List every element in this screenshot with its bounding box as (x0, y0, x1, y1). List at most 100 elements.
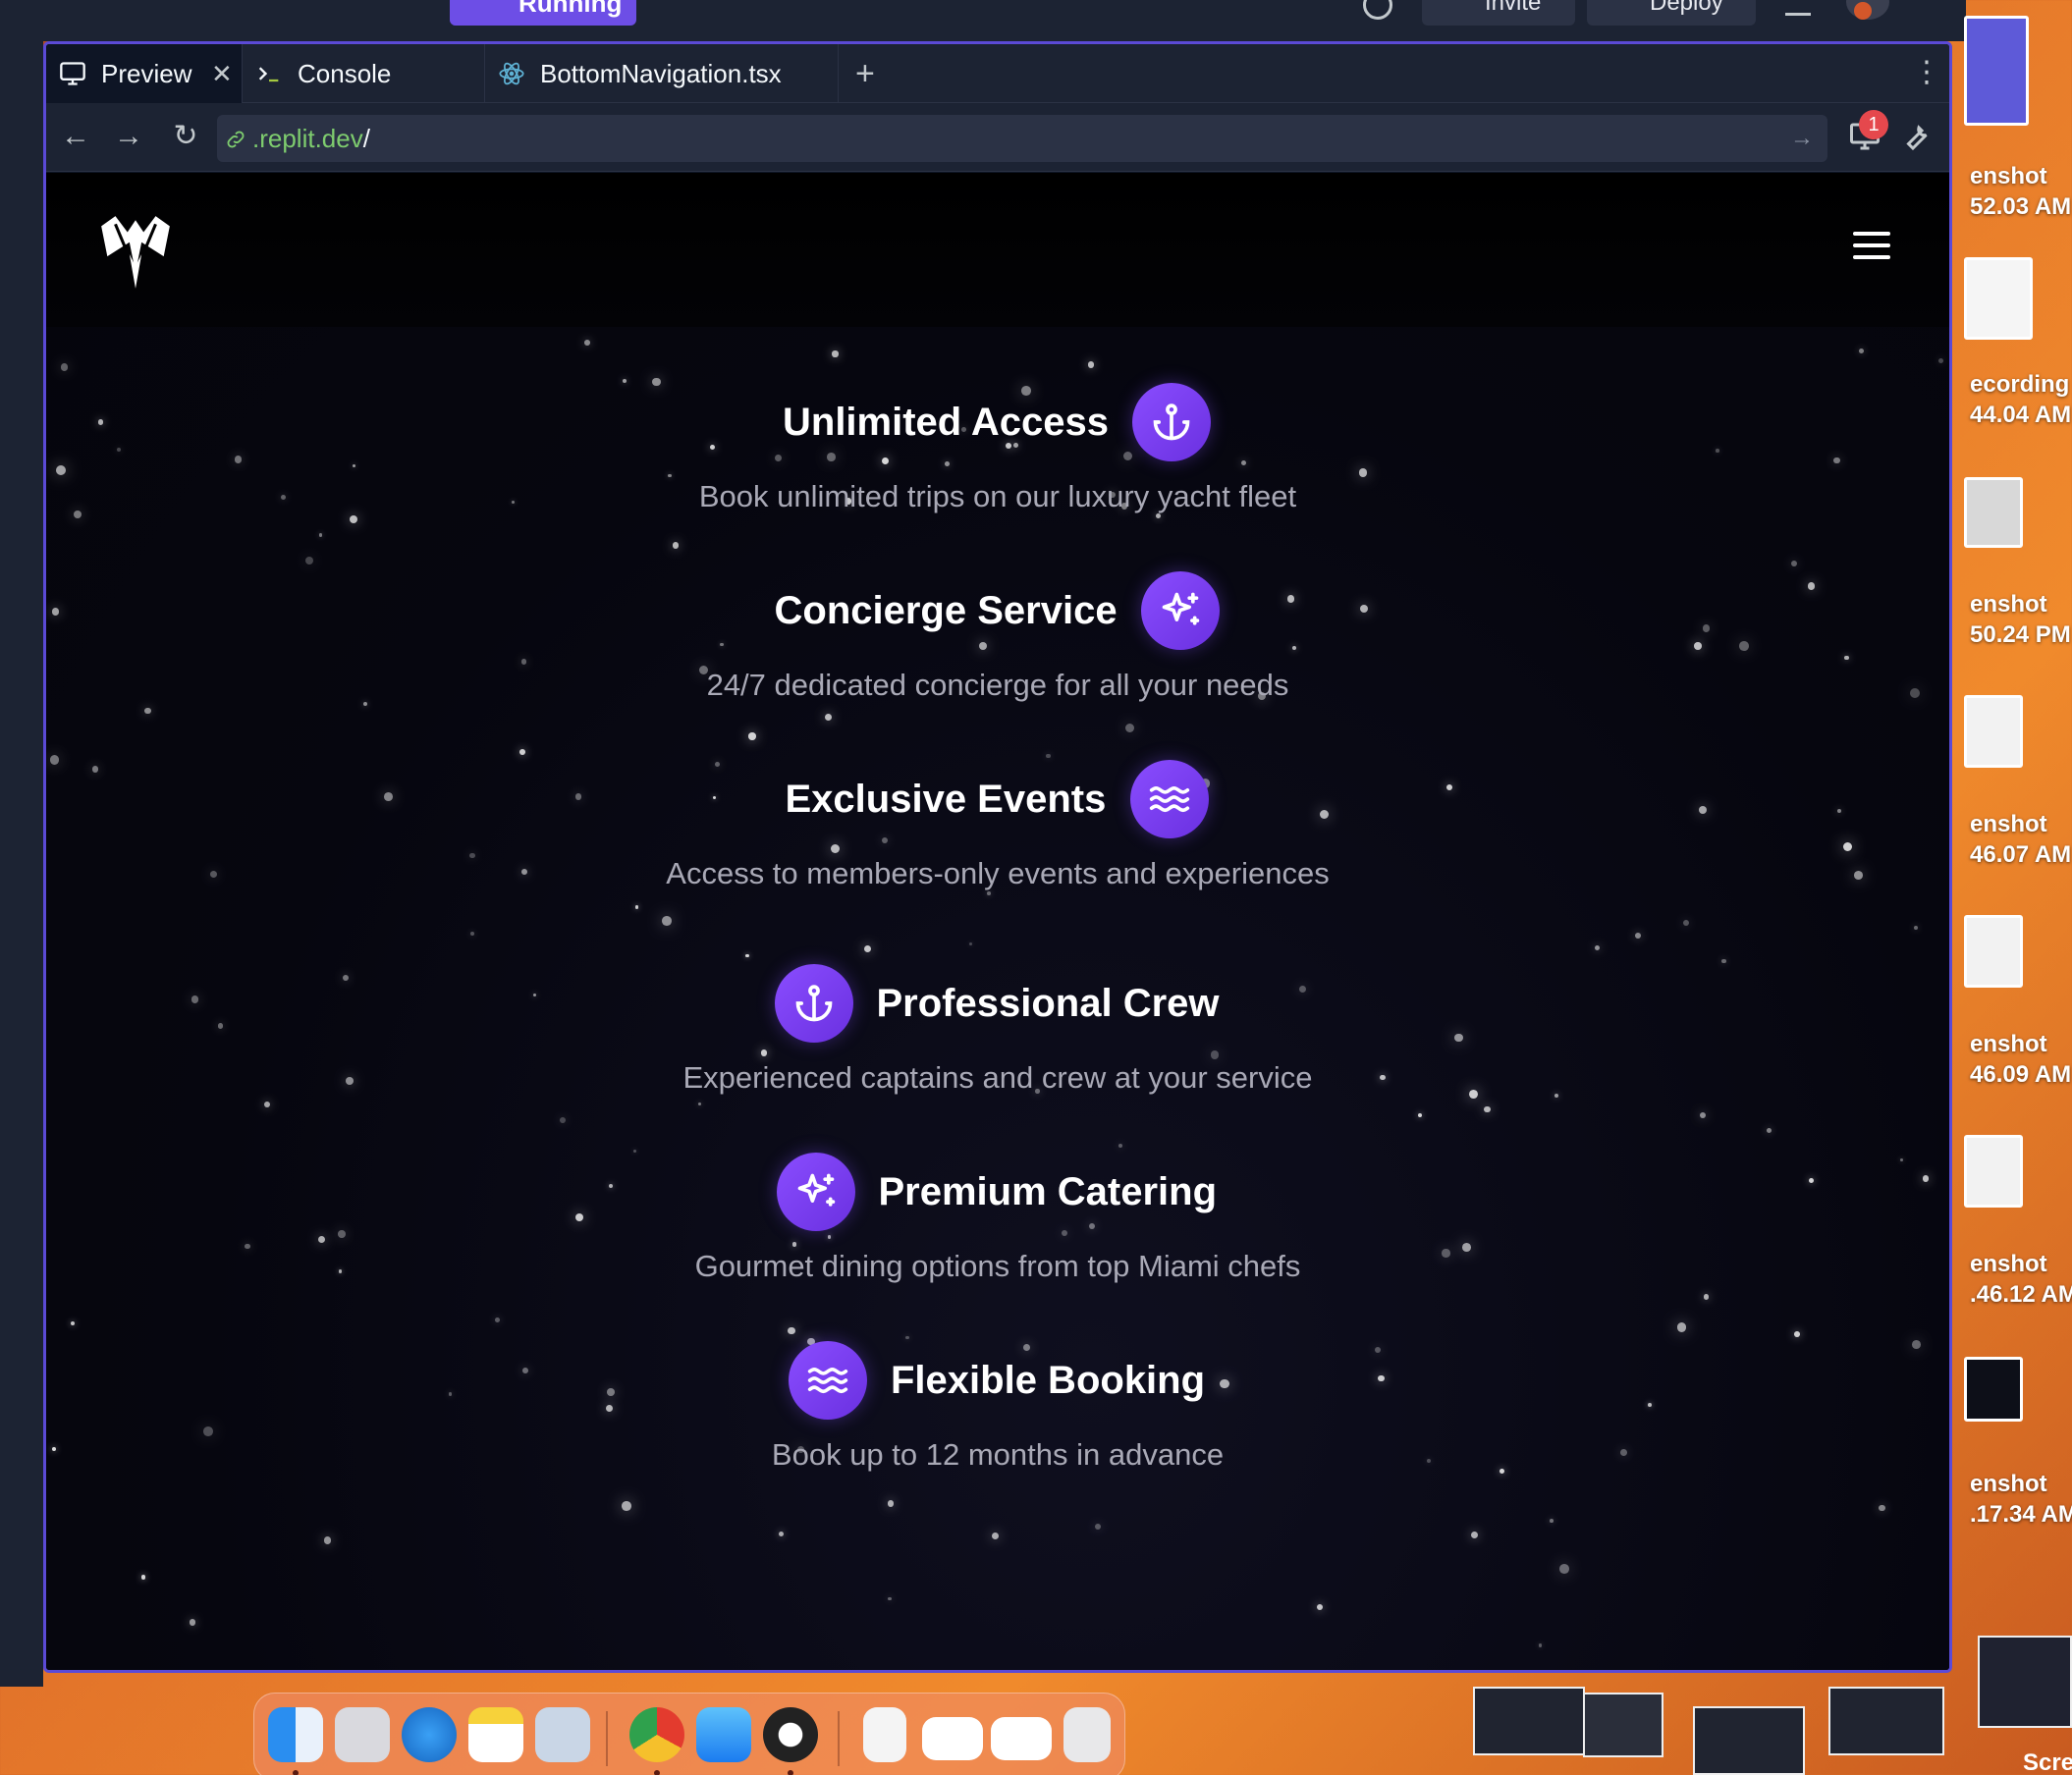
logo-icon[interactable] (95, 214, 176, 291)
star (969, 942, 973, 946)
trash-icon[interactable] (1063, 1707, 1111, 1762)
invite-button[interactable]: Invite (1422, 0, 1575, 26)
waves-icon (789, 1341, 867, 1420)
terminal-icon (258, 67, 279, 82)
desktop-file-label: enshot 46.09 AM (1970, 1031, 2072, 1088)
star (1087, 361, 1094, 368)
run-status-badge[interactable]: Running (450, 0, 636, 26)
dock (253, 1693, 1125, 1775)
feature-description: Experienced captains and crew at your se… (682, 1060, 1313, 1095)
launchpad-icon[interactable] (335, 1707, 390, 1762)
star (559, 1116, 566, 1123)
tab-bottom-navigation-file[interactable]: BottomNavigation.tsx (485, 44, 839, 103)
instruments-icon[interactable] (763, 1707, 818, 1762)
file-thumbnail (1964, 257, 2033, 340)
tab-console[interactable]: Console (243, 44, 485, 103)
stacked-screenshot[interactable] (1693, 1706, 1805, 1775)
replit-preview-window: Preview ✕ Console BottomNavigation.tsx +… (43, 41, 1952, 1673)
more-options-icon[interactable]: ⋮ (1912, 44, 1941, 101)
deploy-label: Deploy (1650, 0, 1723, 16)
feature-item: Premium Catering Gourmet dining options f… (46, 1153, 1949, 1290)
left-panel-strip (0, 41, 43, 1687)
tab-bar: Preview ✕ Console BottomNavigation.tsx +… (46, 44, 1949, 103)
feature-title: Premium Catering (878, 1170, 1218, 1213)
star (832, 350, 839, 357)
devtools-badge: 1 (1859, 110, 1888, 139)
desktop-file-label: enshot .17.34 AM (1970, 1471, 2072, 1528)
desktop-file-label: Scre (2023, 1749, 2072, 1775)
react-icon (499, 62, 524, 85)
feature-title: Flexible Booking (891, 1359, 1206, 1402)
star (189, 1619, 195, 1626)
file-thumbnail (1964, 1135, 2023, 1208)
stacked-screenshot[interactable] (1583, 1693, 1663, 1757)
feature-item: Professional Crew Experienced captains an… (46, 964, 1949, 1102)
notes-icon[interactable] (468, 1707, 523, 1762)
close-icon[interactable]: ✕ (211, 44, 233, 103)
star (1046, 753, 1051, 759)
star (1635, 932, 1642, 940)
desktop-file-label: enshot 50.24 PM (1970, 591, 2071, 648)
star (1703, 1293, 1710, 1300)
notifications-icon[interactable] (1785, 0, 1811, 16)
back-icon[interactable]: ← (58, 119, 93, 154)
star (1418, 1113, 1423, 1118)
stacked-screenshot[interactable] (1978, 1636, 2072, 1728)
file-thumbnail (1964, 695, 2023, 768)
star (905, 1335, 909, 1340)
tab-label: BottomNavigation.tsx (540, 59, 782, 88)
tab-preview[interactable]: Preview ✕ (46, 44, 243, 103)
document-icon[interactable] (863, 1707, 906, 1762)
invite-label: Invite (1485, 0, 1542, 16)
search-icon[interactable] (1363, 0, 1392, 20)
stacked-screenshot[interactable] (1828, 1687, 1944, 1755)
open-external-icon[interactable] (1947, 119, 1952, 154)
star (1914, 926, 1919, 931)
star (1938, 357, 1944, 364)
feature-item: Flexible Booking Book up to 12 months in … (46, 1341, 1949, 1479)
url-input[interactable]: .replit.dev/ → (217, 115, 1827, 162)
recent-window-icon[interactable] (991, 1717, 1052, 1760)
star (263, 1102, 270, 1107)
add-tab-button[interactable]: + (855, 44, 875, 103)
devtools-wrench-icon[interactable] (1898, 119, 1934, 154)
finder-icon[interactable] (268, 1707, 323, 1762)
star (1790, 560, 1797, 566)
star (1676, 1322, 1687, 1332)
star (1471, 1532, 1479, 1539)
star (304, 556, 314, 565)
sparkle-icon (1140, 571, 1220, 650)
qr-thumbnail (1964, 16, 2029, 126)
menu-icon[interactable] (1853, 228, 1892, 263)
file-thumbnail (1964, 915, 2023, 988)
stacked-screenshot[interactable] (1473, 1687, 1585, 1755)
deploy-button[interactable]: Deploy (1587, 0, 1756, 26)
url-path: / (362, 124, 370, 153)
feature-description: Gourmet dining options from top Miami ch… (694, 1249, 1301, 1283)
preview-app-icon[interactable] (535, 1707, 590, 1762)
url-host: .replit.dev (252, 124, 363, 153)
forward-icon[interactable]: → (111, 119, 146, 154)
replit-top-bar: Running Invite Deploy (0, 0, 1966, 41)
star (634, 905, 639, 910)
mail-icon[interactable] (696, 1707, 751, 1762)
reload-icon[interactable]: ↻ (168, 119, 203, 154)
feature-item: Exclusive Events Access to members-only e… (46, 760, 1949, 897)
running-indicator (654, 1770, 660, 1775)
star (1559, 1563, 1570, 1574)
anchor-icon (774, 964, 853, 1043)
go-arrow-icon[interactable]: → (1790, 115, 1814, 162)
star (1879, 1505, 1885, 1512)
star (863, 945, 872, 953)
safari-icon[interactable] (402, 1707, 457, 1762)
desktop-file-label: enshot 52.03 AM (1970, 163, 2072, 220)
feature-title: Concierge Service (774, 589, 1118, 632)
monitor-icon (60, 62, 85, 85)
recent-window-icon[interactable] (922, 1717, 983, 1760)
star (494, 1317, 500, 1322)
star (70, 1321, 75, 1326)
tab-label: Console (298, 59, 392, 88)
feature-description: Access to members-only events and experi… (666, 856, 1330, 890)
chrome-icon[interactable] (629, 1707, 684, 1762)
star (698, 1102, 702, 1106)
